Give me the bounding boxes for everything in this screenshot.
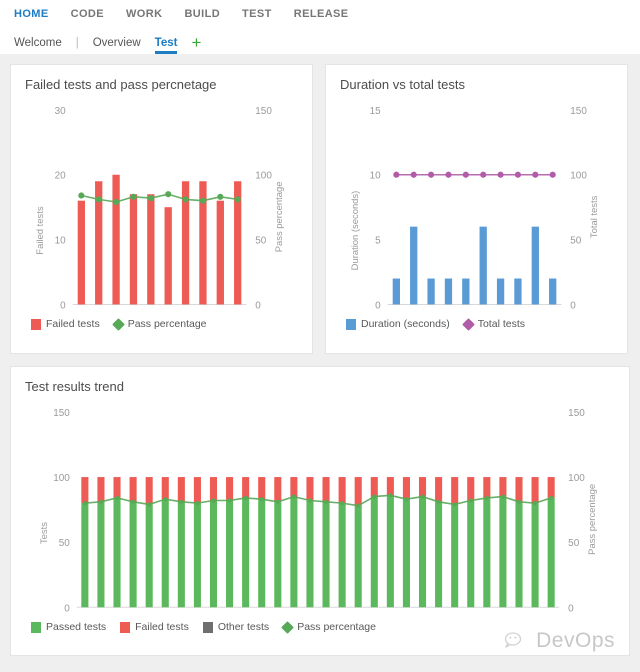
nav-item-work[interactable]: WORK <box>126 8 162 20</box>
add-tab-button[interactable]: + <box>191 34 201 54</box>
svg-text:20: 20 <box>55 171 67 182</box>
svg-text:100: 100 <box>570 171 587 182</box>
legend-marker-pass-percentage <box>281 620 295 634</box>
svg-text:10: 10 <box>370 171 382 182</box>
nav-item-release[interactable]: RELEASE <box>294 8 349 20</box>
nav-item-code[interactable]: CODE <box>71 8 104 20</box>
dashboard-board: Failed tests and pass percnetage 0 10 20 30… <box>0 54 640 666</box>
chart-legend: Passed tests Failed tests Other tests Pa… <box>25 620 615 634</box>
widget-title: Test results trend <box>25 379 124 394</box>
svg-text:100: 100 <box>255 171 272 182</box>
legend-swatch-failed-tests <box>120 621 131 633</box>
svg-text:Pass percentage: Pass percentage <box>587 484 598 555</box>
legend-entry-pass-percentage[interactable]: Pass percentage <box>111 318 207 331</box>
chart-legend: Failed tests Pass percentage <box>25 318 298 331</box>
widget-row-top: Failed tests and pass percnetage 0 10 20 30… <box>10 64 630 354</box>
chart-legend: Duration (seconds) Total tests <box>340 318 613 331</box>
svg-text:Tests: Tests <box>39 522 50 544</box>
svg-text:100: 100 <box>53 473 70 484</box>
legend-entry-other-tests[interactable]: Other tests <box>202 621 270 634</box>
svg-text:Duration (seconds): Duration (seconds) <box>349 191 360 271</box>
legend-label-duration: Duration (seconds) <box>361 318 450 331</box>
svg-text:0: 0 <box>60 300 66 311</box>
legend-swatch-failed-tests <box>31 318 41 330</box>
legend-label-pass-percentage: Pass percentage <box>127 318 207 331</box>
svg-text:0: 0 <box>375 300 381 311</box>
legend-entry-total-tests[interactable]: Total tests <box>461 318 525 331</box>
chart-plot-area[interactable]: 0 5 10 15 0 50 100 150 Duration (seconds) Total t… <box>340 96 613 316</box>
svg-text:0: 0 <box>570 300 576 311</box>
legend-marker-total-tests <box>461 318 475 331</box>
dashboard-tab-strip: Welcome | Overview Test + <box>0 28 640 54</box>
tab-test[interactable]: Test <box>154 37 177 54</box>
legend-label-failed-tests: Failed tests <box>135 621 189 634</box>
legend-entry-failed-tests[interactable]: Failed tests <box>31 318 100 330</box>
nav-item-test[interactable]: TEST <box>242 8 272 20</box>
svg-text:150: 150 <box>53 408 70 419</box>
svg-text:10: 10 <box>55 236 67 247</box>
legend-swatch-duration <box>346 318 356 330</box>
legend-label-passed-tests: Passed tests <box>46 621 107 634</box>
svg-text:150: 150 <box>568 408 585 419</box>
svg-text:50: 50 <box>59 538 71 549</box>
svg-text:Pass percentage: Pass percentage <box>273 182 284 253</box>
tab-welcome[interactable]: Welcome <box>14 37 62 54</box>
legend-label-pass-percentage: Pass percentage <box>297 621 376 634</box>
tab-separator: | <box>75 37 79 49</box>
widget-duration-vs-total-tests[interactable]: Duration vs total tests 0 5 10 15 0 50 100 150 D… <box>325 64 628 354</box>
svg-text:50: 50 <box>255 236 267 247</box>
legend-entry-duration[interactable]: Duration (seconds) <box>346 318 450 330</box>
svg-text:50: 50 <box>568 538 580 549</box>
chart-svg: 0 10 20 30 0 50 100 150 Failed tests Pass percent… <box>34 106 284 312</box>
svg-text:0: 0 <box>568 603 574 614</box>
top-navigation-bar: HOME CODE WORK BUILD TEST RELEASE <box>0 0 640 28</box>
widget-title: Duration vs total tests <box>340 77 465 92</box>
svg-text:15: 15 <box>370 106 382 117</box>
svg-text:0: 0 <box>255 300 261 311</box>
widget-failed-tests-and-pass-percentage[interactable]: Failed tests and pass percnetage 0 10 20 30… <box>10 64 313 354</box>
chart-svg: 0 50 100 150 0 50 100 150 Tests Pass percentage <box>39 408 598 614</box>
widget-title: Failed tests and pass percnetage <box>25 77 217 92</box>
svg-text:50: 50 <box>570 236 582 247</box>
svg-text:5: 5 <box>375 236 381 247</box>
legend-entry-pass-percentage[interactable]: Pass percentage <box>281 620 376 634</box>
widget-test-results-trend[interactable]: Test results trend 0 50 100 150 0 50 100 150 Tes… <box>10 366 630 656</box>
legend-label-total-tests: Total tests <box>477 318 525 331</box>
legend-marker-pass-percentage <box>111 318 125 331</box>
nav-item-build[interactable]: BUILD <box>184 8 220 20</box>
svg-text:Failed tests: Failed tests <box>34 206 45 254</box>
chart-plot-area[interactable]: 0 10 20 30 0 50 100 150 Failed tests Pass percent… <box>25 96 298 316</box>
svg-text:150: 150 <box>255 106 272 117</box>
legend-swatch-passed-tests <box>31 621 41 633</box>
legend-swatch-other-tests <box>202 621 213 633</box>
legend-entry-passed-tests[interactable]: Passed tests <box>31 621 106 633</box>
chart-plot-area[interactable]: 0 50 100 150 0 50 100 150 Tests Pass percentage <box>25 398 615 619</box>
wechat-icon <box>504 632 522 648</box>
chart-svg: 051015050100150Duration (seconds) Total t… <box>349 106 599 312</box>
legend-label-other-tests: Other tests <box>217 621 270 634</box>
nav-item-home[interactable]: HOME <box>14 8 49 20</box>
legend-label-failed-tests: Failed tests <box>46 318 100 331</box>
tab-overview[interactable]: Overview <box>93 37 141 54</box>
svg-text:0: 0 <box>64 603 70 614</box>
svg-text:Total tests: Total tests <box>588 195 599 238</box>
svg-text:100: 100 <box>568 473 585 484</box>
legend-entry-failed-tests[interactable]: Failed tests <box>120 621 189 633</box>
svg-text:150: 150 <box>570 106 587 117</box>
svg-text:30: 30 <box>55 106 67 117</box>
